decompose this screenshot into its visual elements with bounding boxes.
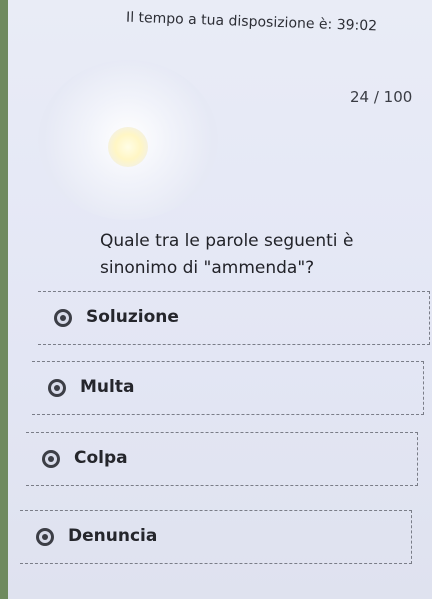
light-reflection [108,127,148,167]
answer-label: Denuncia [68,526,158,546]
radio-button-icon[interactable] [42,450,60,468]
answer-label: Multa [80,377,135,397]
question-text: Quale tra le parole seguenti è sinonimo … [100,231,354,278]
answer-label: Colpa [74,448,128,468]
radio-button-icon[interactable] [54,309,72,327]
timer-text: Il tempo a tua disposizione è: 39:02 [125,9,378,35]
question-counter: 24 / 100 [350,88,413,106]
answer-option-multa[interactable]: Multa [32,361,424,415]
answer-label: Soluzione [86,307,179,327]
radio-button-icon[interactable] [36,528,54,546]
radio-button-icon[interactable] [48,379,66,397]
quiz-screen: Il tempo a tua disposizione è: 39:02 24 … [8,0,432,599]
answer-option-denuncia[interactable]: Denuncia [20,510,412,564]
answer-option-colpa[interactable]: Colpa [26,432,418,486]
answer-option-soluzione[interactable]: Soluzione [38,291,430,345]
